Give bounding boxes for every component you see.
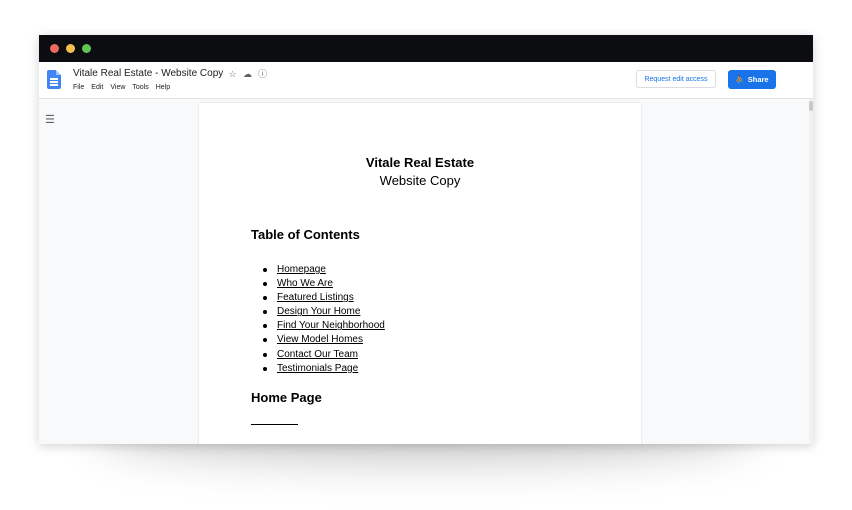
toc-item: Find Your Neighborhood: [251, 319, 385, 333]
menu-tools[interactable]: Tools: [132, 84, 148, 91]
docs-header: Vitale Real Estate - Website Copy ☆ ☁ ⓘ …: [39, 62, 813, 99]
document-outline-icon[interactable]: ☰: [45, 113, 55, 126]
toc-item: Design Your Home: [251, 305, 385, 319]
toc-item: Who We Are: [251, 277, 385, 291]
scrollbar-thumb[interactable]: [809, 101, 813, 111]
star-icon[interactable]: ☆: [227, 68, 238, 80]
person-add-icon: ⛹: [735, 75, 745, 84]
toc-item: View Model Homes: [251, 333, 385, 347]
toc-link-who-we-are[interactable]: Who We Are: [277, 278, 333, 289]
title-icons: ☆ ☁ ⓘ: [227, 68, 268, 80]
toc-link-homepage[interactable]: Homepage: [277, 264, 326, 275]
minimize-window-button[interactable]: [66, 44, 75, 53]
share-button-label: Share: [747, 75, 769, 84]
menu-edit[interactable]: Edit: [91, 84, 103, 91]
cloud-drive-icon[interactable]: ☁: [242, 68, 253, 80]
menu-bar: File Edit View Tools Help: [73, 84, 170, 91]
toc-list: Homepage Who We Are Featured Listings De…: [251, 263, 385, 376]
toc-item: Homepage: [251, 263, 385, 277]
document-title[interactable]: Vitale Real Estate - Website Copy: [73, 68, 223, 79]
toc-link-featured-listings[interactable]: Featured Listings: [277, 292, 354, 303]
browser-window: Vitale Real Estate - Website Copy ☆ ☁ ⓘ …: [39, 35, 813, 444]
google-docs-logo-icon[interactable]: [47, 70, 61, 89]
info-icon[interactable]: ⓘ: [257, 68, 268, 80]
maximize-window-button[interactable]: [82, 44, 91, 53]
close-window-button[interactable]: [50, 44, 59, 53]
toc-link-view-model-homes[interactable]: View Model Homes: [277, 334, 363, 345]
document-heading-title: Vitale Real Estate: [365, 155, 475, 170]
toc-link-contact-our-team[interactable]: Contact Our Team: [277, 349, 358, 360]
share-button[interactable]: ⛹ Share: [728, 70, 776, 89]
toc-heading: Table of Contents: [251, 227, 360, 242]
toc-item: Contact Our Team: [251, 348, 385, 362]
vertical-scrollbar[interactable]: [809, 99, 813, 444]
document-heading-subtitle: Website Copy: [379, 173, 461, 188]
toc-item: Testimonials Page: [251, 362, 385, 376]
document-page[interactable]: Vitale Real Estate Website Copy Table of…: [199, 103, 641, 444]
window-titlebar: [39, 35, 813, 62]
toc-link-testimonials-page[interactable]: Testimonials Page: [277, 363, 358, 374]
menu-file[interactable]: File: [73, 84, 84, 91]
toc-item: Featured Listings: [251, 291, 385, 305]
toc-link-find-your-neighborhood[interactable]: Find Your Neighborhood: [277, 320, 385, 331]
request-edit-access-button[interactable]: Request edit access: [636, 70, 716, 88]
menu-view[interactable]: View: [110, 84, 125, 91]
horizontal-divider: [251, 424, 298, 425]
toc-link-design-your-home[interactable]: Design Your Home: [277, 306, 360, 317]
section-heading-home-page: Home Page: [251, 390, 322, 405]
menu-help[interactable]: Help: [156, 84, 170, 91]
